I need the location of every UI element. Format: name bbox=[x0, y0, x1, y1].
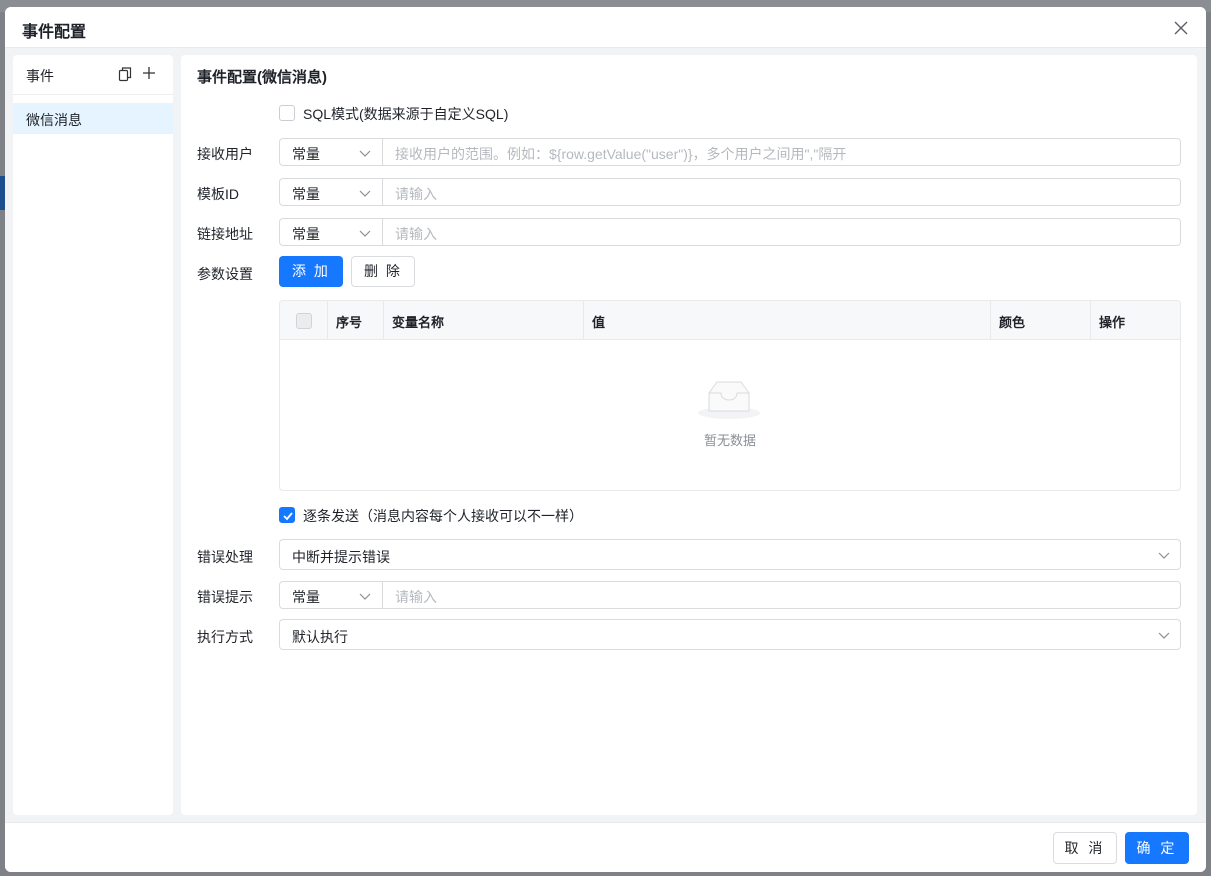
chevron-down-icon bbox=[359, 150, 371, 157]
template-id-field: 常量 请输入 bbox=[279, 178, 1181, 206]
event-list-header: 事件 bbox=[13, 55, 173, 95]
link-field: 常量 请输入 bbox=[279, 218, 1181, 246]
column-header: 操作 bbox=[1091, 301, 1180, 340]
error-tip-field: 常量 请输入 bbox=[279, 581, 1181, 609]
check-icon bbox=[283, 512, 293, 521]
select-all-cell bbox=[280, 301, 328, 340]
error-handling-select[interactable]: 中断并提示错误 bbox=[279, 539, 1181, 570]
delete-param-button[interactable]: 删 除 bbox=[351, 256, 415, 287]
sql-mode-label: SQL模式(数据来源于自定义SQL) bbox=[303, 106, 509, 122]
form-title: 事件配置(微信消息) bbox=[197, 69, 327, 86]
chevron-down-icon bbox=[359, 593, 371, 600]
empty-inbox-icon bbox=[698, 381, 760, 419]
error-handling-value: 中断并提示错误 bbox=[292, 549, 390, 565]
link-label: 链接地址 bbox=[197, 226, 253, 242]
empty-text: 暂无数据 bbox=[703, 433, 756, 448]
column-header: 颜色 bbox=[991, 301, 1091, 340]
chevron-down-icon bbox=[359, 230, 371, 237]
template-id-label: 模板ID bbox=[197, 186, 239, 202]
link-type-value: 常量 bbox=[292, 226, 320, 242]
copy-icon[interactable] bbox=[117, 66, 133, 82]
close-icon[interactable] bbox=[1172, 19, 1190, 37]
chevron-down-icon bbox=[359, 190, 371, 197]
template-id-type-value: 常量 bbox=[292, 186, 320, 202]
event-item-label: 微信消息 bbox=[26, 112, 82, 128]
column-header-index: 序号 bbox=[336, 315, 363, 330]
error-tip-placeholder: 请输入 bbox=[395, 589, 437, 605]
event-config-form: 事件配置(微信消息) SQL模式(数据来源于自定义SQL) 接收用户 常量 接收… bbox=[181, 55, 1197, 815]
add-event-icon[interactable] bbox=[141, 65, 157, 81]
error-tip-type-value: 常量 bbox=[292, 589, 320, 605]
event-item-wechat[interactable]: 微信消息 bbox=[13, 103, 173, 134]
column-header: 序号 bbox=[328, 301, 384, 340]
column-header-color: 颜色 bbox=[999, 315, 1026, 330]
column-header-var-name: 变量名称 bbox=[392, 315, 445, 330]
params-table: 序号 变量名称 值 颜色 操作 暂无数据 bbox=[279, 300, 1181, 491]
chevron-down-icon bbox=[1158, 632, 1170, 639]
sql-mode-checkbox[interactable] bbox=[279, 105, 295, 121]
cancel-button[interactable]: 取 消 bbox=[1053, 832, 1117, 864]
exec-mode-label: 执行方式 bbox=[197, 629, 253, 645]
error-tip-label: 错误提示 bbox=[197, 589, 253, 605]
dialog-header: 事件配置 bbox=[5, 7, 1206, 48]
dialog-title: 事件配置 bbox=[22, 24, 87, 41]
event-config-dialog: 事件配置 事件 微信消息 事件配置(微信消息) SQL模式(数据来源于自定义SQ… bbox=[5, 7, 1206, 872]
send-one-by-one-checkbox[interactable] bbox=[279, 507, 295, 523]
select-all-checkbox[interactable] bbox=[296, 313, 312, 329]
receiver-label: 接收用户 bbox=[197, 146, 253, 162]
receiver-type-select[interactable]: 常量 bbox=[280, 139, 383, 165]
receiver-placeholder: 接收用户的范围。例如：${row.getValue("user")}，多个用户之… bbox=[395, 146, 847, 162]
receiver-input[interactable]: 接收用户的范围。例如：${row.getValue("user")}，多个用户之… bbox=[384, 139, 1178, 165]
column-header-actions: 操作 bbox=[1099, 315, 1126, 330]
add-param-button[interactable]: 添 加 bbox=[279, 256, 343, 287]
column-header-value: 值 bbox=[592, 315, 606, 330]
ok-button[interactable]: 确 定 bbox=[1125, 832, 1189, 864]
exec-mode-select[interactable]: 默认执行 bbox=[279, 619, 1181, 650]
table-header-row: 序号 变量名称 值 颜色 操作 bbox=[280, 301, 1180, 340]
error-handling-label: 错误处理 bbox=[197, 549, 253, 565]
template-id-type-select[interactable]: 常量 bbox=[280, 179, 383, 205]
link-placeholder: 请输入 bbox=[395, 226, 437, 242]
receiver-type-value: 常量 bbox=[292, 146, 320, 162]
link-type-select[interactable]: 常量 bbox=[280, 219, 383, 245]
exec-mode-value: 默认执行 bbox=[292, 629, 348, 645]
column-header: 值 bbox=[584, 301, 991, 340]
params-label: 参数设置 bbox=[197, 266, 253, 282]
event-list-panel: 事件 微信消息 bbox=[13, 55, 173, 815]
dialog-footer: 取 消 确 定 bbox=[5, 822, 1206, 872]
chevron-down-icon bbox=[1158, 552, 1170, 559]
error-tip-input[interactable]: 请输入 bbox=[384, 582, 1178, 608]
column-header: 变量名称 bbox=[384, 301, 584, 340]
receiver-field: 常量 接收用户的范围。例如：${row.getValue("user")}，多个… bbox=[279, 138, 1181, 166]
error-tip-type-select[interactable]: 常量 bbox=[280, 582, 383, 608]
event-list-title: 事件 bbox=[26, 68, 54, 84]
template-id-input[interactable]: 请输入 bbox=[384, 179, 1178, 205]
send-one-by-one-label: 逐条发送（消息内容每个人接收可以不一样） bbox=[303, 508, 583, 524]
link-input[interactable]: 请输入 bbox=[384, 219, 1178, 245]
template-id-placeholder: 请输入 bbox=[395, 186, 437, 202]
